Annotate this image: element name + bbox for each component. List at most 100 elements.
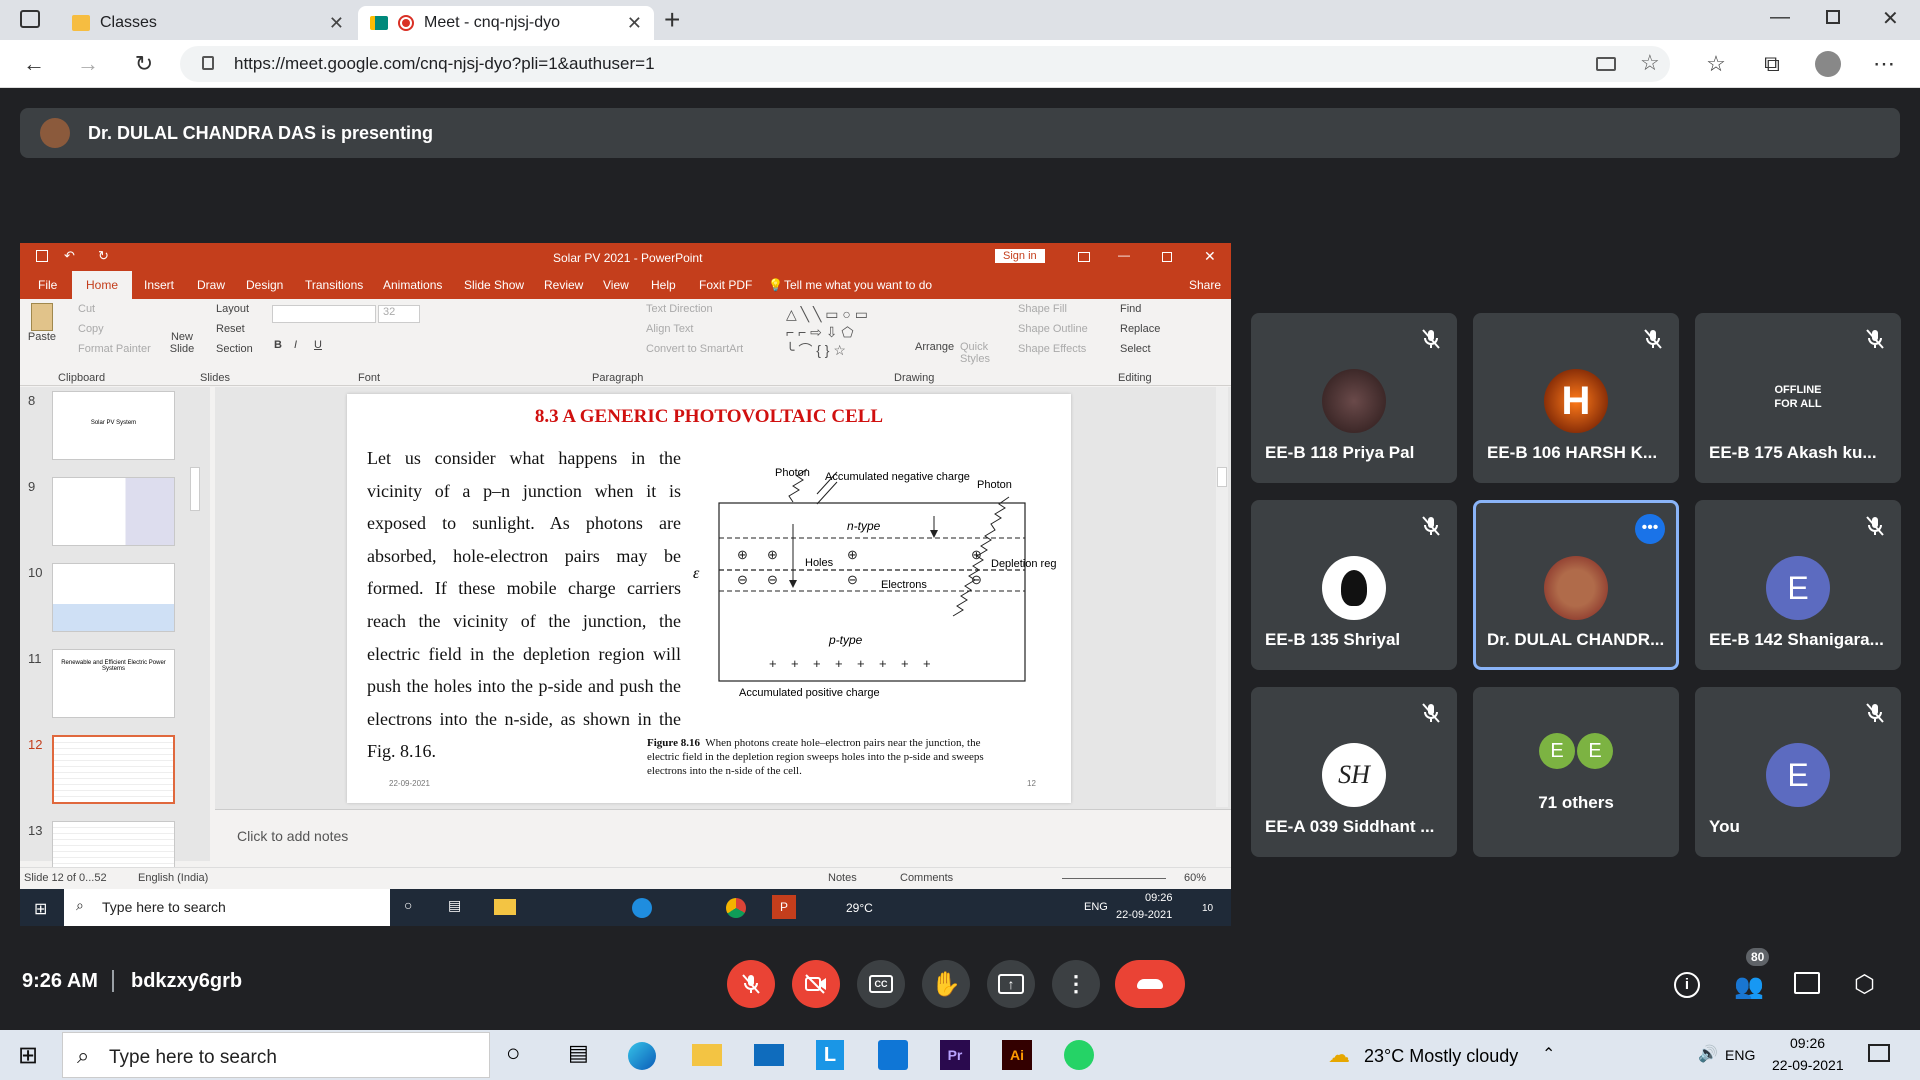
tab-draw[interactable]: Draw: [197, 278, 225, 292]
copy-button[interactable]: Copy: [78, 323, 104, 335]
tab-review[interactable]: Review: [544, 278, 583, 292]
notes-pane[interactable]: Click to add notes: [215, 809, 1231, 861]
mic-toggle-button[interactable]: [727, 960, 775, 1008]
close-button[interactable]: ✕: [1204, 248, 1216, 265]
zoom-level[interactable]: 60%: [1184, 872, 1206, 884]
favorite-add-icon[interactable]: ☆: [1640, 50, 1660, 76]
tab-insert[interactable]: Insert: [144, 278, 174, 292]
reset-button[interactable]: Reset: [216, 323, 245, 335]
others-tile[interactable]: E E 71 others: [1473, 687, 1679, 857]
close-icon[interactable]: ✕: [627, 13, 642, 34]
slide-thumbnail[interactable]: Solar PV System: [52, 391, 175, 460]
more-menu-icon[interactable]: ⋯: [1868, 48, 1900, 80]
more-options-button[interactable]: •••: [1635, 514, 1665, 544]
font-size-field[interactable]: 32: [378, 305, 420, 323]
more-options-button[interactable]: ⋮: [1052, 960, 1100, 1008]
tab-help[interactable]: Help: [651, 278, 676, 292]
captions-button[interactable]: CC: [857, 960, 905, 1008]
camera-icon[interactable]: [1596, 57, 1616, 71]
leave-call-button[interactable]: [1115, 960, 1185, 1008]
tell-me-field[interactable]: Tell me what you want to do: [784, 278, 932, 292]
shapes-gallery[interactable]: △ ╲ ╲ ▭ ○ ▭ ⌐ ⌐ ⇨ ⇩ ⬠ ╰ ⌒ { } ☆: [786, 305, 906, 358]
find-button[interactable]: Find: [1120, 303, 1141, 315]
italic-button[interactable]: I: [294, 339, 297, 351]
chat-button[interactable]: [1794, 972, 1820, 994]
sign-in-button[interactable]: Sign in: [995, 249, 1045, 263]
whatsapp-icon[interactable]: [1064, 1040, 1094, 1070]
taskbar-search-box[interactable]: ⌕ Type here to search: [62, 1032, 490, 1078]
format-painter-button[interactable]: Format Painter: [78, 343, 151, 355]
app-l-icon[interactable]: L: [816, 1040, 844, 1070]
shape-fill-button[interactable]: Shape Fill: [1018, 303, 1067, 315]
self-tile[interactable]: E You: [1695, 687, 1901, 857]
collections-icon[interactable]: ⧉: [1756, 48, 1788, 80]
current-slide[interactable]: 8.3 A GENERIC PHOTOVOLTAIC CELL Let us c…: [347, 394, 1071, 803]
raise-hand-button[interactable]: ✋: [922, 960, 970, 1008]
tab-view[interactable]: View: [603, 278, 629, 292]
redo-icon[interactable]: ↻: [98, 248, 109, 264]
shape-outline-button[interactable]: Shape Outline: [1018, 323, 1088, 335]
notes-button[interactable]: Notes: [828, 872, 857, 884]
tab-slide-show[interactable]: Slide Show: [464, 278, 524, 292]
slide-thumbnail-selected[interactable]: [52, 735, 175, 804]
slide-thumbnail[interactable]: [52, 563, 175, 632]
minimize-button[interactable]: —: [1118, 248, 1130, 262]
meeting-details-button[interactable]: i: [1674, 972, 1700, 998]
participant-tile[interactable]: EE-B 118 Priya Pal: [1251, 313, 1457, 483]
task-view-icon[interactable]: ▤: [568, 1040, 589, 1066]
participant-tile[interactable]: E EE-B 142 Shanigara...: [1695, 500, 1901, 670]
participant-tile[interactable]: OFFLINE FOR ALL EE-B 175 Akash ku...: [1695, 313, 1901, 483]
tab-actions-icon[interactable]: [20, 10, 40, 28]
participant-tile[interactable]: EE-B 135 Shriyal: [1251, 500, 1457, 670]
language-indicator[interactable]: English (India): [138, 872, 208, 884]
tab-transitions[interactable]: Transitions: [305, 278, 363, 292]
weather-text[interactable]: 23°C Mostly cloudy: [1364, 1046, 1518, 1067]
tab-foxit[interactable]: Foxit PDF: [699, 278, 752, 292]
mail-icon[interactable]: [754, 1044, 784, 1066]
volume-icon[interactable]: 🔊: [1698, 1044, 1718, 1064]
reload-button[interactable]: ↻: [128, 48, 160, 80]
text-direction-button[interactable]: Text Direction: [646, 303, 713, 315]
camera-toggle-button[interactable]: [792, 960, 840, 1008]
tab-classes[interactable]: Classes ✕: [60, 6, 356, 40]
illustrator-icon[interactable]: Ai: [1002, 1040, 1032, 1070]
app-blue-icon[interactable]: [878, 1040, 908, 1070]
tab-home[interactable]: Home: [72, 271, 133, 299]
language-indicator[interactable]: ENG: [1725, 1047, 1755, 1063]
premiere-icon[interactable]: Pr: [940, 1040, 970, 1070]
participant-tile[interactable]: H EE-B 106 HARSH K...: [1473, 313, 1679, 483]
section-button[interactable]: Section: [216, 343, 253, 355]
edge-icon[interactable]: [628, 1042, 656, 1070]
paste-button[interactable]: Paste: [26, 303, 58, 363]
url-field[interactable]: https://meet.google.com/cnq-njsj-dyo?pli…: [180, 46, 1670, 82]
tray-overflow-icon[interactable]: ⌃: [1542, 1044, 1555, 1064]
clock-time[interactable]: 09:26: [1790, 1035, 1825, 1051]
tab-design[interactable]: Design: [246, 278, 283, 292]
participant-tile[interactable]: SH EE-A 039 Siddhant ...: [1251, 687, 1457, 857]
present-button[interactable]: ↑: [987, 960, 1035, 1008]
tab-animations[interactable]: Animations: [383, 278, 442, 292]
slide-thumbnail[interactable]: [52, 477, 175, 546]
close-icon[interactable]: ✕: [329, 13, 344, 34]
restore-button[interactable]: [1826, 10, 1840, 24]
share-button[interactable]: Share: [1189, 278, 1221, 292]
tab-meet[interactable]: Meet - cnq-njsj-dyo ✕: [358, 6, 654, 40]
select-button[interactable]: Select: [1120, 343, 1151, 355]
back-button[interactable]: ←: [18, 48, 50, 80]
underline-button[interactable]: U: [314, 339, 322, 351]
undo-icon[interactable]: ↶: [64, 248, 75, 264]
cut-button[interactable]: Cut: [78, 303, 95, 315]
profile-avatar[interactable]: [1812, 48, 1844, 80]
clock-date[interactable]: 22-09-2021: [1772, 1057, 1844, 1073]
arrange-button[interactable]: Arrange: [915, 341, 954, 353]
minimize-button[interactable]: —: [1770, 6, 1790, 29]
bold-button[interactable]: B: [274, 339, 282, 351]
notification-icon[interactable]: [1868, 1044, 1890, 1062]
new-tab-button[interactable]: +: [664, 4, 680, 36]
favorites-icon[interactable]: ☆: [1700, 48, 1732, 80]
ribbon-display-icon[interactable]: [1078, 252, 1090, 262]
layout-button[interactable]: Layout: [216, 303, 249, 315]
replace-button[interactable]: Replace: [1120, 323, 1160, 335]
cortana-icon[interactable]: ○: [506, 1040, 521, 1068]
tab-file[interactable]: File: [38, 278, 57, 292]
